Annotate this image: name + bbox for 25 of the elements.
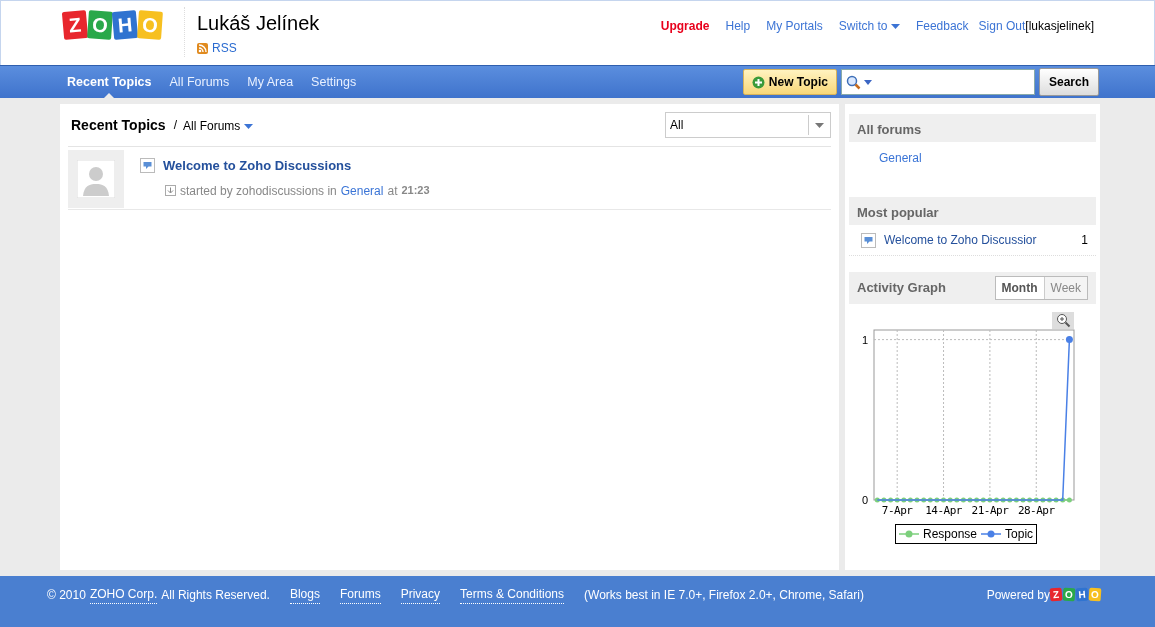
legend-label: Topic bbox=[1005, 526, 1034, 543]
powered-by-text: Powered by bbox=[986, 586, 1050, 604]
browser-note: (Works best in IE 7.0+, Firefox 2.0+, Chrome, Safari) bbox=[584, 586, 864, 604]
separator: / bbox=[173, 117, 177, 134]
x-tick-label: 28-Apr bbox=[1017, 504, 1055, 517]
y-tick-label: 1 bbox=[861, 333, 868, 346]
section-header: Most popular bbox=[849, 197, 1096, 225]
x-tick-label: 7-Apr bbox=[881, 504, 913, 517]
legend-label: Response bbox=[923, 526, 978, 543]
y-tick-label: 0 bbox=[861, 494, 868, 506]
section-header: All forums bbox=[849, 114, 1096, 142]
reply-count: 1 bbox=[1081, 232, 1088, 249]
topic-time: 21:23 bbox=[401, 183, 430, 199]
topic-meta: at bbox=[387, 182, 398, 200]
copyright-text: All Rights Reserved. bbox=[161, 586, 270, 604]
copyright-text: © 2010 bbox=[47, 586, 86, 604]
portal-title: Lukáš Jelínek bbox=[197, 11, 320, 35]
x-tick-label: 14-Apr bbox=[925, 504, 962, 517]
username: [lukasjelinek] bbox=[1025, 18, 1094, 35]
section-title: Recent Topics bbox=[71, 115, 166, 135]
zoho-logo: Z O H O bbox=[63, 11, 162, 45]
topic-meta: started by zohodiscussions in bbox=[180, 182, 337, 200]
x-tick-label: 21-Apr bbox=[971, 504, 1009, 517]
zoho-logo: Z O H O bbox=[1050, 588, 1101, 601]
section-header: Activity Graph bbox=[857, 279, 946, 298]
